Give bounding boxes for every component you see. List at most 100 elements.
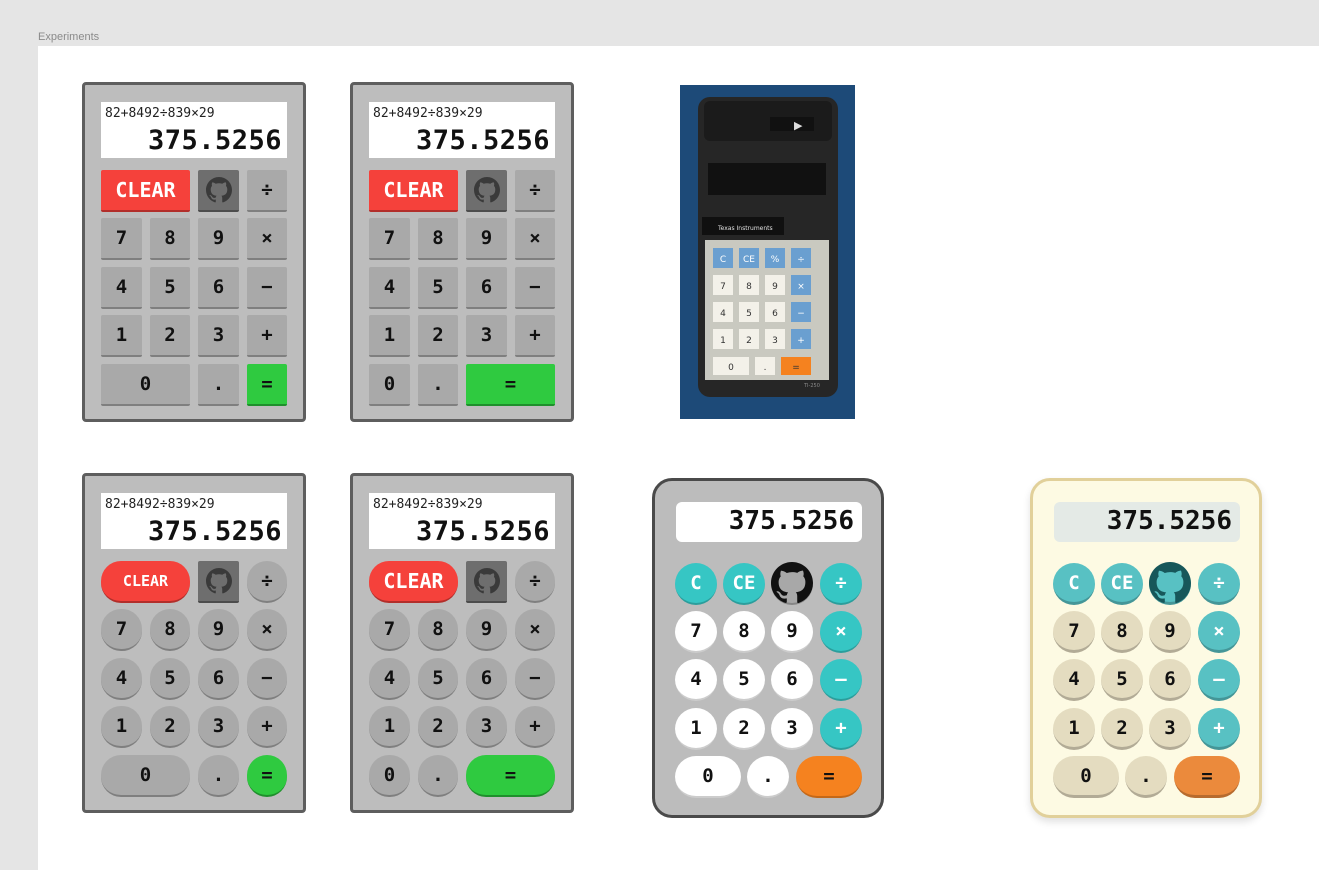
key-2[interactable]: 2 [150,706,190,748]
key-1[interactable]: 1 [675,708,717,750]
key-7[interactable]: 7 [369,218,410,260]
key-3[interactable]: 3 [771,708,813,750]
divide-button[interactable]: ÷ [1198,563,1240,605]
ce-button[interactable]: CE [723,563,765,605]
divide-button[interactable]: ÷ [820,563,862,605]
key-7[interactable]: 7 [675,611,717,653]
plus-button[interactable]: + [1198,708,1240,750]
github-button[interactable] [198,170,239,212]
key-8[interactable]: 8 [150,218,190,260]
clear-button[interactable]: CLEAR [101,561,190,603]
key-2[interactable]: 2 [1101,708,1143,750]
key-0[interactable]: 0 [369,755,410,797]
key-3[interactable]: 3 [198,706,239,748]
key-4[interactable]: 4 [101,267,142,309]
divide-button[interactable]: ÷ [247,561,287,603]
key-0[interactable]: 0 [101,364,190,406]
github-button[interactable] [466,561,507,603]
key-0[interactable]: 0 [1053,756,1119,798]
dot-button[interactable]: . [198,364,239,406]
key-6[interactable]: 6 [1149,659,1191,701]
github-button[interactable] [1149,561,1191,605]
key-4[interactable]: 4 [369,267,410,309]
plus-button[interactable]: + [515,315,555,357]
plus-button[interactable]: + [247,315,287,357]
dot-button[interactable]: . [418,364,458,406]
minus-button[interactable]: – [820,659,862,701]
key-5[interactable]: 5 [1101,659,1143,701]
clear-button[interactable]: CLEAR [369,170,458,212]
clear-button[interactable]: CLEAR [101,170,190,212]
key-0[interactable]: 0 [369,364,410,406]
key-6[interactable]: 6 [771,659,813,701]
multiply-button[interactable]: × [515,218,555,260]
key-1[interactable]: 1 [369,706,410,748]
plus-button[interactable]: + [247,706,287,748]
key-0[interactable]: 0 [101,755,190,797]
key-2[interactable]: 2 [150,315,190,357]
key-5[interactable]: 5 [723,659,765,701]
dot-button[interactable]: . [418,755,458,797]
divide-button[interactable]: ÷ [247,170,287,212]
equals-button[interactable]: = [466,364,555,406]
ce-button[interactable]: CE [1101,563,1143,605]
multiply-button[interactable]: × [515,609,555,651]
minus-button[interactable]: − [515,658,555,700]
key-3[interactable]: 3 [1149,708,1191,750]
key-8[interactable]: 8 [418,609,458,651]
key-4[interactable]: 4 [101,658,142,700]
key-3[interactable]: 3 [466,706,507,748]
key-5[interactable]: 5 [418,658,458,700]
clear-button[interactable]: CLEAR [369,561,458,603]
minus-button[interactable]: − [247,658,287,700]
key-9[interactable]: 9 [198,609,239,651]
key-7[interactable]: 7 [1053,611,1095,653]
key-2[interactable]: 2 [418,315,458,357]
key-5[interactable]: 5 [418,267,458,309]
key-6[interactable]: 6 [198,267,239,309]
plus-button[interactable]: + [515,706,555,748]
c-button[interactable]: C [675,563,717,605]
key-4[interactable]: 4 [369,658,410,700]
minus-button[interactable]: − [515,267,555,309]
key-8[interactable]: 8 [150,609,190,651]
multiply-button[interactable]: × [820,611,862,653]
key-9[interactable]: 9 [771,611,813,653]
key-8[interactable]: 8 [723,611,765,653]
key-8[interactable]: 8 [418,218,458,260]
equals-button[interactable]: = [1174,756,1240,798]
key-7[interactable]: 7 [101,218,142,260]
dot-button[interactable]: . [1125,756,1167,798]
key-1[interactable]: 1 [369,315,410,357]
equals-button[interactable]: = [796,756,862,798]
dot-button[interactable]: . [747,756,789,798]
key-3[interactable]: 3 [198,315,239,357]
key-9[interactable]: 9 [1149,611,1191,653]
equals-button[interactable]: = [247,364,287,406]
key-6[interactable]: 6 [198,658,239,700]
key-9[interactable]: 9 [466,609,507,651]
key-9[interactable]: 9 [198,218,239,260]
dot-button[interactable]: . [198,755,239,797]
github-button[interactable] [466,170,507,212]
equals-button[interactable]: = [466,755,555,797]
github-button[interactable] [198,561,239,603]
key-5[interactable]: 5 [150,267,190,309]
multiply-button[interactable]: × [247,609,287,651]
key-6[interactable]: 6 [466,658,507,700]
multiply-button[interactable]: × [1198,611,1240,653]
divide-button[interactable]: ÷ [515,170,555,212]
key-0[interactable]: 0 [675,756,741,798]
key-6[interactable]: 6 [466,267,507,309]
key-9[interactable]: 9 [466,218,507,260]
key-7[interactable]: 7 [101,609,142,651]
key-1[interactable]: 1 [1053,708,1095,750]
key-2[interactable]: 2 [723,708,765,750]
equals-button[interactable]: = [247,755,287,797]
minus-button[interactable]: − [247,267,287,309]
divide-button[interactable]: ÷ [515,561,555,603]
c-button[interactable]: C [1053,563,1095,605]
key-4[interactable]: 4 [675,659,717,701]
key-3[interactable]: 3 [466,315,507,357]
key-1[interactable]: 1 [101,315,142,357]
